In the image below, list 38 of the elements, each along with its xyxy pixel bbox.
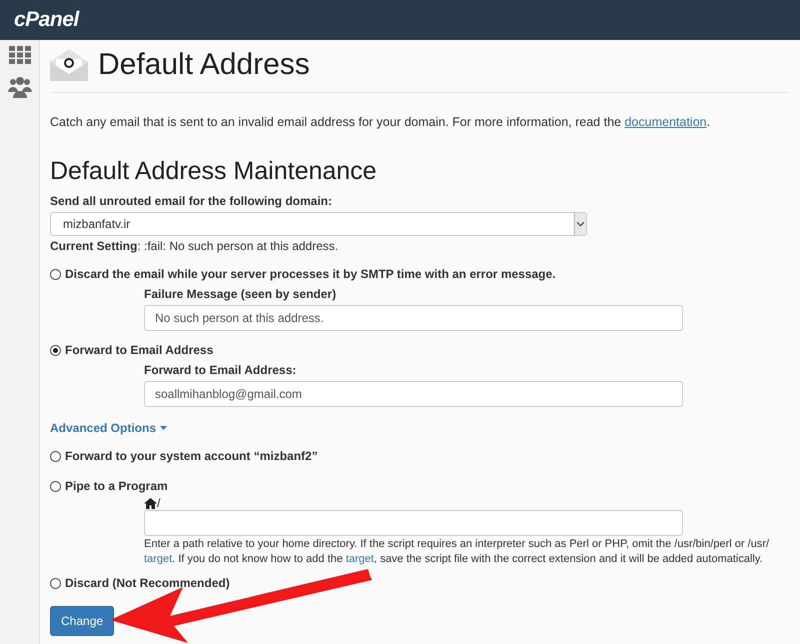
option-label: Discard (Not Recommended) (65, 576, 230, 590)
option-label: Pipe to a Program (65, 479, 168, 493)
field-label: Failure Message (seen by sender) (144, 287, 338, 301)
logo[interactable]: cPanel (14, 8, 79, 32)
page-title: Default Address (98, 48, 310, 82)
radio-button[interactable] (50, 344, 61, 356)
radio-button[interactable] (50, 480, 61, 492)
current-setting-text: Current Setting: :fail: No such person at this address. (50, 239, 340, 253)
envelope-icon (50, 48, 88, 82)
option-label: Forward to Email Address (65, 343, 214, 357)
domain-select[interactable]: mizbanfatv.ir (50, 212, 587, 236)
program-path-field[interactable] (144, 510, 683, 536)
path-prefix: / (157, 497, 160, 510)
radio-button[interactable] (50, 578, 61, 588)
caret-icon (160, 426, 168, 430)
home-icon (144, 498, 157, 509)
intro-text: Catch any email that is sent to an invalid email address for your domain. For more information, read the (50, 115, 622, 129)
section-heading: Default Address Maintenance (50, 157, 378, 186)
intro-text: . (706, 115, 710, 129)
text-field[interactable]: No such person at this address. (144, 305, 683, 331)
field-label: Forward to Email Address: (144, 363, 298, 377)
users-icon[interactable] (8, 76, 32, 98)
help-text: . If you do not know how to add the (172, 553, 344, 565)
option-label: Discard the email while your server processes it by SMTP time with an error message. (65, 267, 556, 281)
target-link[interactable]: target (346, 553, 374, 565)
apps-grid-icon[interactable] (8, 46, 30, 64)
target-link[interactable]: target (144, 553, 172, 565)
text-field[interactable]: soallmihanblog@gmail.com (144, 381, 683, 407)
caret-icon (577, 222, 584, 226)
help-text: Enter a path relative to your home directory. If the script requires an interpreter such as Perl or PHP, omit the /usr/bin/perl or /usr/ (144, 538, 770, 550)
documentation-link[interactable]: documentation (624, 115, 707, 129)
domain-label: Send all unrouted email for the following domain: (50, 194, 334, 208)
option-label: Forward to your system account “mizbanf2” (65, 449, 318, 463)
radio-button[interactable] (50, 268, 61, 280)
advanced-options-link[interactable]: Advanced Options (50, 421, 168, 435)
radio-button[interactable] (50, 450, 61, 462)
change-button[interactable]: Change (50, 606, 114, 636)
help-text: , save the script file with the correct extension and it will be added automatically. (374, 553, 763, 565)
